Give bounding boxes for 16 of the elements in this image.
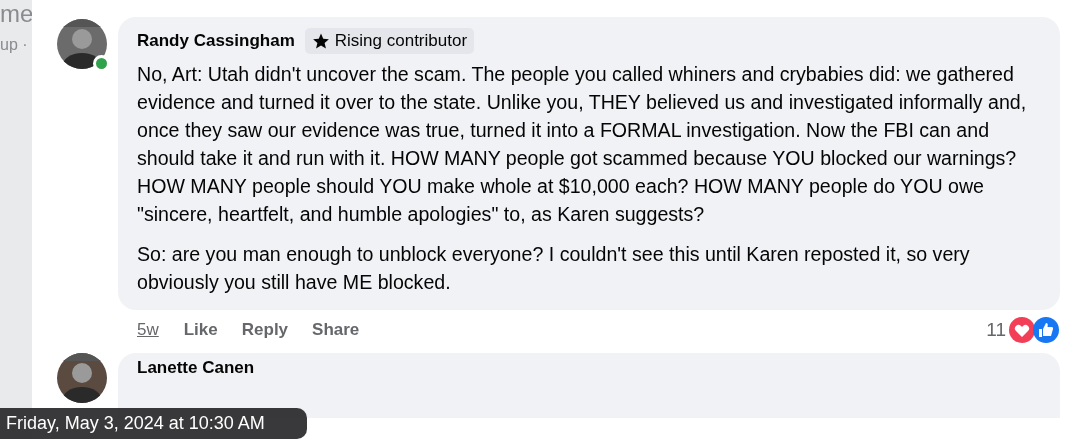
- action-link[interactable]: Reply: [241, 320, 289, 340]
- star-icon: [311, 32, 330, 50]
- timestamp-link[interactable]: 5w: [137, 320, 159, 340]
- contributor-badge: Rising contributor: [304, 28, 475, 54]
- author-name[interactable]: Lanette Canen: [137, 358, 255, 377]
- comment-text: So: are you man enough to unblock everyone? I couldn't see this until Karen reposted it, so very obviously you still have ME blocked.: [137, 242, 971, 295]
- reaction-count[interactable]: 11: [986, 319, 1006, 341]
- background-text: up ·: [0, 36, 29, 54]
- like-reaction-icon: [1032, 316, 1060, 344]
- comment-text: No, Art: Utah didn't uncover the scam. The people you called whiners and crybabies did: we gathered evidence and turned it over to the state. Unlike you, THEY believed us and investigated informally and, once they saw our evidence was true, turned it into a FORMAL investigation. Now the FBI can and should take it and run with it. HOW MANY people got scammed because YOU blocked our warnings? HOW MANY people should YOU make whole at $10,000 each? HOW MANY people do YOU owe "sincere, heartfelt, and humble apologies" to, as Karen suggests?: [137, 62, 1028, 227]
- action-link[interactable]: Like: [183, 320, 218, 340]
- author-name[interactable]: Randy Cassingham: [137, 31, 295, 51]
- heart-reaction-icon: [1008, 316, 1036, 344]
- action-link[interactable]: Share: [312, 320, 360, 340]
- date-tooltip: Friday, May 3, 2024 at 10:30 AM: [0, 408, 307, 439]
- background-text: me: [0, 0, 32, 28]
